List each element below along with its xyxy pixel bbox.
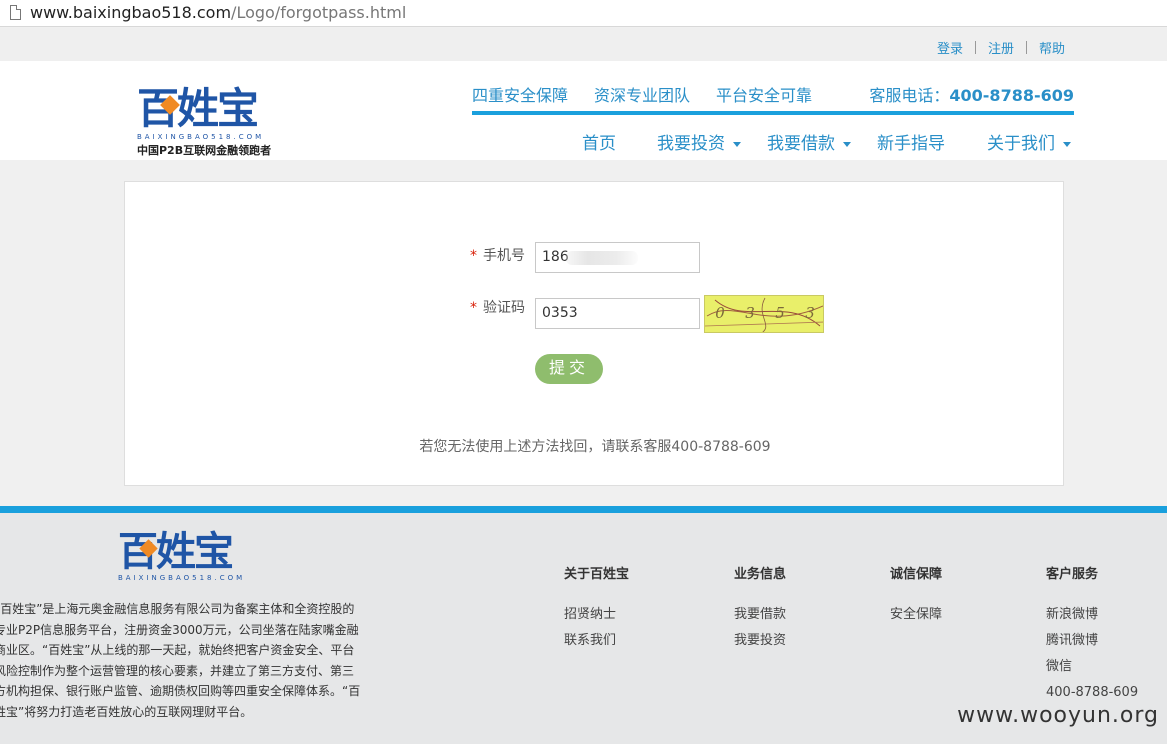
footer-logo-pinyin: BAIXINGBAO518.COM <box>118 574 246 582</box>
footer-link-wechat[interactable]: 微信 <box>1046 654 1138 680</box>
phone-input[interactable]: 186 <box>535 242 700 273</box>
forgot-password-card: * 手机号 186 * 验证码 0353 0 3 5 3 提交 若您无法使用上述方法… <box>124 181 1064 486</box>
feature-item[interactable]: 资深专业团队 <box>594 82 690 106</box>
hotline: 客服电话：400-8788-609 <box>869 82 1074 106</box>
nav-about[interactable]: 关于我们 <box>987 129 1071 154</box>
header-accent-line <box>472 111 1074 115</box>
hotline-label: 客服电话： <box>869 86 950 105</box>
captcha-label: 验证码 <box>483 300 525 316</box>
captcha-value: 0353 <box>542 305 578 321</box>
nav-label: 关于我们 <box>987 134 1055 154</box>
feature-item[interactable]: 四重安全保障 <box>472 82 568 106</box>
footer-link-invest[interactable]: 我要投资 <box>734 628 786 654</box>
about-text: “百姓宝”是上海元奥金融信息服务有限公司为备案主体和全资控股的专业P2P信息服务… <box>0 602 361 719</box>
top-strip: 登录 注册 帮助 <box>0 28 1167 61</box>
phone-value: 186 <box>542 249 569 265</box>
captcha-image[interactable]: 0 3 5 3 <box>704 295 824 333</box>
footer-column-about: 关于百姓宝 招贤纳士 联系我们 <box>564 563 629 654</box>
captcha-digit: 5 <box>775 304 785 322</box>
footer-column-service: 客户服务 新浪微博 腾讯微博 微信 400-8788-609 <box>1046 563 1138 706</box>
nav-guide[interactable]: 新手指导 <box>877 129 945 154</box>
chevron-down-icon <box>843 141 851 147</box>
footer-logo[interactable]: 百姓宝 BAIXINGBAO518.COM <box>118 530 248 582</box>
phone-label: 手机号 <box>483 248 525 264</box>
help-link[interactable]: 帮助 <box>1039 38 1065 57</box>
phone-label-row: * 手机号 <box>470 245 525 265</box>
nav-label: 我要借款 <box>767 134 835 154</box>
nav-label: 我要投资 <box>657 134 725 154</box>
logo-word: 百姓宝 <box>137 84 259 133</box>
register-link[interactable]: 注册 <box>988 38 1014 57</box>
page-icon <box>10 5 21 20</box>
captcha-digit: 0 <box>715 304 725 322</box>
footer-column-trust: 诚信保障 安全保障 <box>890 563 942 628</box>
footer-link-borrow[interactable]: 我要借款 <box>734 602 786 628</box>
submit-button[interactable]: 提交 <box>535 354 603 384</box>
nav-label: 首页 <box>582 134 616 154</box>
captcha-digit: 3 <box>745 304 755 322</box>
nav-invest[interactable]: 我要投资 <box>657 129 741 154</box>
captcha-digit: 3 <box>805 304 815 322</box>
footer-column-title: 业务信息 <box>734 567 787 582</box>
url-text[interactable]: www.baixingbao518.com/Logo/forgotpass.ht… <box>30 3 406 22</box>
url-host: www.baixingbao518.com <box>30 3 232 22</box>
url-path: /Logo/forgotpass.html <box>231 3 407 22</box>
required-mark: * <box>470 248 477 264</box>
footer-column-title: 客户服务 <box>1046 567 1099 582</box>
login-link[interactable]: 登录 <box>937 38 963 57</box>
chevron-down-icon <box>733 141 741 147</box>
watermark: www.wooyun.org <box>957 703 1159 728</box>
footer-link-security[interactable]: 安全保障 <box>890 602 942 628</box>
top-links: 登录 注册 帮助 <box>937 38 1065 57</box>
chevron-down-icon <box>1063 141 1071 147</box>
footer-column-business: 业务信息 我要借款 我要投资 <box>734 563 786 654</box>
site-footer: 百姓宝 BAIXINGBAO518.COM “百姓宝”是上海元奥金融信息服务有限… <box>0 513 1167 744</box>
captcha-digits: 0 3 5 3 <box>705 304 823 322</box>
divider <box>974 41 976 54</box>
browser-address-bar[interactable]: www.baixingbao518.com/Logo/forgotpass.ht… <box>0 0 1167 27</box>
captcha-input[interactable]: 0353 <box>535 298 700 329</box>
footer-column-title: 关于百姓宝 <box>564 567 630 582</box>
main-nav: 首页 我要投资 我要借款 新手指导 关于我们 <box>0 129 1167 155</box>
hotline-number: 400-8788-609 <box>949 86 1074 105</box>
footer-link-careers[interactable]: 招贤纳士 <box>564 602 629 628</box>
feature-item[interactable]: 平台安全可靠 <box>716 82 812 106</box>
site-header: 百姓宝 BAIXINGBAO518.COM 中国P2B互联网金融领跑者 四重安全… <box>0 61 1167 160</box>
required-mark: * <box>470 300 477 316</box>
feature-links: 四重安全保障 资深专业团队 平台安全可靠 <box>472 82 838 106</box>
footer-link-contact[interactable]: 联系我们 <box>564 628 629 654</box>
footer-column-title: 诚信保障 <box>890 567 943 582</box>
nav-label: 新手指导 <box>877 134 945 154</box>
footer-logo-word: 百姓宝 <box>118 529 234 575</box>
help-text: 若您无法使用上述方法找回，请联系客服400-8788-609 <box>419 439 771 455</box>
footer-accent-line <box>0 506 1167 513</box>
divider <box>1025 41 1027 54</box>
captcha-label-row: * 验证码 <box>470 297 525 317</box>
footer-link-tencent-weibo[interactable]: 腾讯微博 <box>1046 628 1138 654</box>
footer-link-sina-weibo[interactable]: 新浪微博 <box>1046 602 1138 628</box>
nav-borrow[interactable]: 我要借款 <box>767 129 851 154</box>
redacted-blur <box>566 251 638 265</box>
nav-home[interactable]: 首页 <box>582 129 616 154</box>
